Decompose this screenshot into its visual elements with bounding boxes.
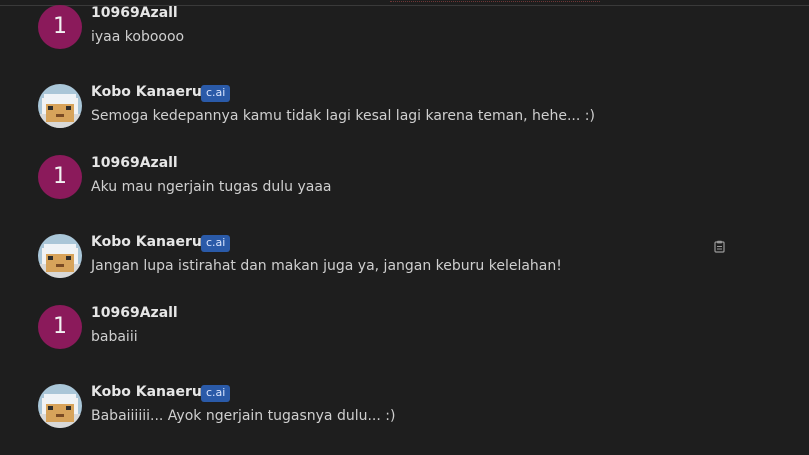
user-avatar[interactable]: 1: [38, 305, 82, 349]
ai-badge: c.ai: [201, 235, 231, 252]
author-name[interactable]: Kobo Kanaeru: [91, 84, 202, 100]
bot-avatar[interactable]: [38, 84, 82, 128]
bot-avatar[interactable]: [38, 384, 82, 428]
ai-badge: c.ai: [201, 85, 231, 102]
author-name[interactable]: 10969Azall: [91, 305, 178, 321]
author-name[interactable]: 10969Azall: [91, 155, 178, 171]
chat-messages: 1 10969Azall iyaa koboooo Kobo Kanaeru c…: [0, 0, 809, 455]
message-text: Babaiiiiii... Ayok ngerjain tugasnya dul…: [91, 408, 396, 424]
clipboard-icon[interactable]: [713, 240, 726, 253]
bot-avatar[interactable]: [38, 234, 82, 278]
author-name[interactable]: Kobo Kanaeru: [91, 384, 202, 400]
author-name[interactable]: Kobo Kanaeru: [91, 234, 202, 250]
message-text: Semoga kedepannya kamu tidak lagi kesal …: [91, 108, 595, 124]
user-avatar[interactable]: 1: [38, 155, 82, 199]
author-name[interactable]: 10969Azall: [91, 5, 178, 21]
ai-badge: c.ai: [201, 385, 231, 402]
message-text: babaiii: [91, 329, 138, 345]
user-avatar[interactable]: 1: [38, 5, 82, 49]
kobo-avatar-image: [38, 84, 82, 128]
kobo-avatar-image: [38, 234, 82, 278]
message-text: Jangan lupa istirahat dan makan juga ya,…: [91, 258, 562, 274]
message-text: Aku mau ngerjain tugas dulu yaaa: [91, 179, 332, 195]
message-text: iyaa koboooo: [91, 29, 185, 45]
kobo-avatar-image: [38, 384, 82, 428]
